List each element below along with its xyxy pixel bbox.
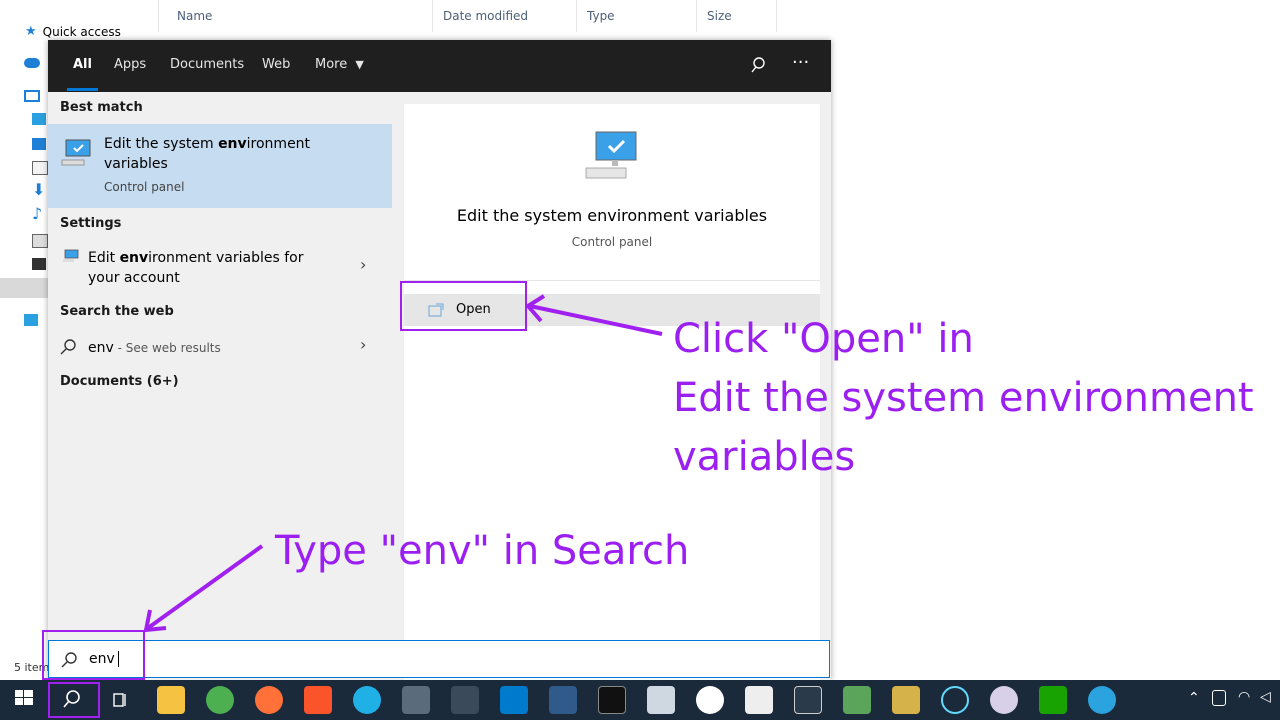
annotation-open-line1: Click "Open" in — [673, 316, 974, 362]
annotation-arrows — [143, 294, 663, 633]
annotation-open-line3: variables — [673, 434, 856, 480]
annotation-open-line2: Edit the system environment — [673, 375, 1254, 421]
open-arrow-line — [529, 304, 663, 336]
search-arrow-line — [146, 544, 264, 630]
annotation-type-search: Type "env" in Search — [275, 528, 690, 574]
